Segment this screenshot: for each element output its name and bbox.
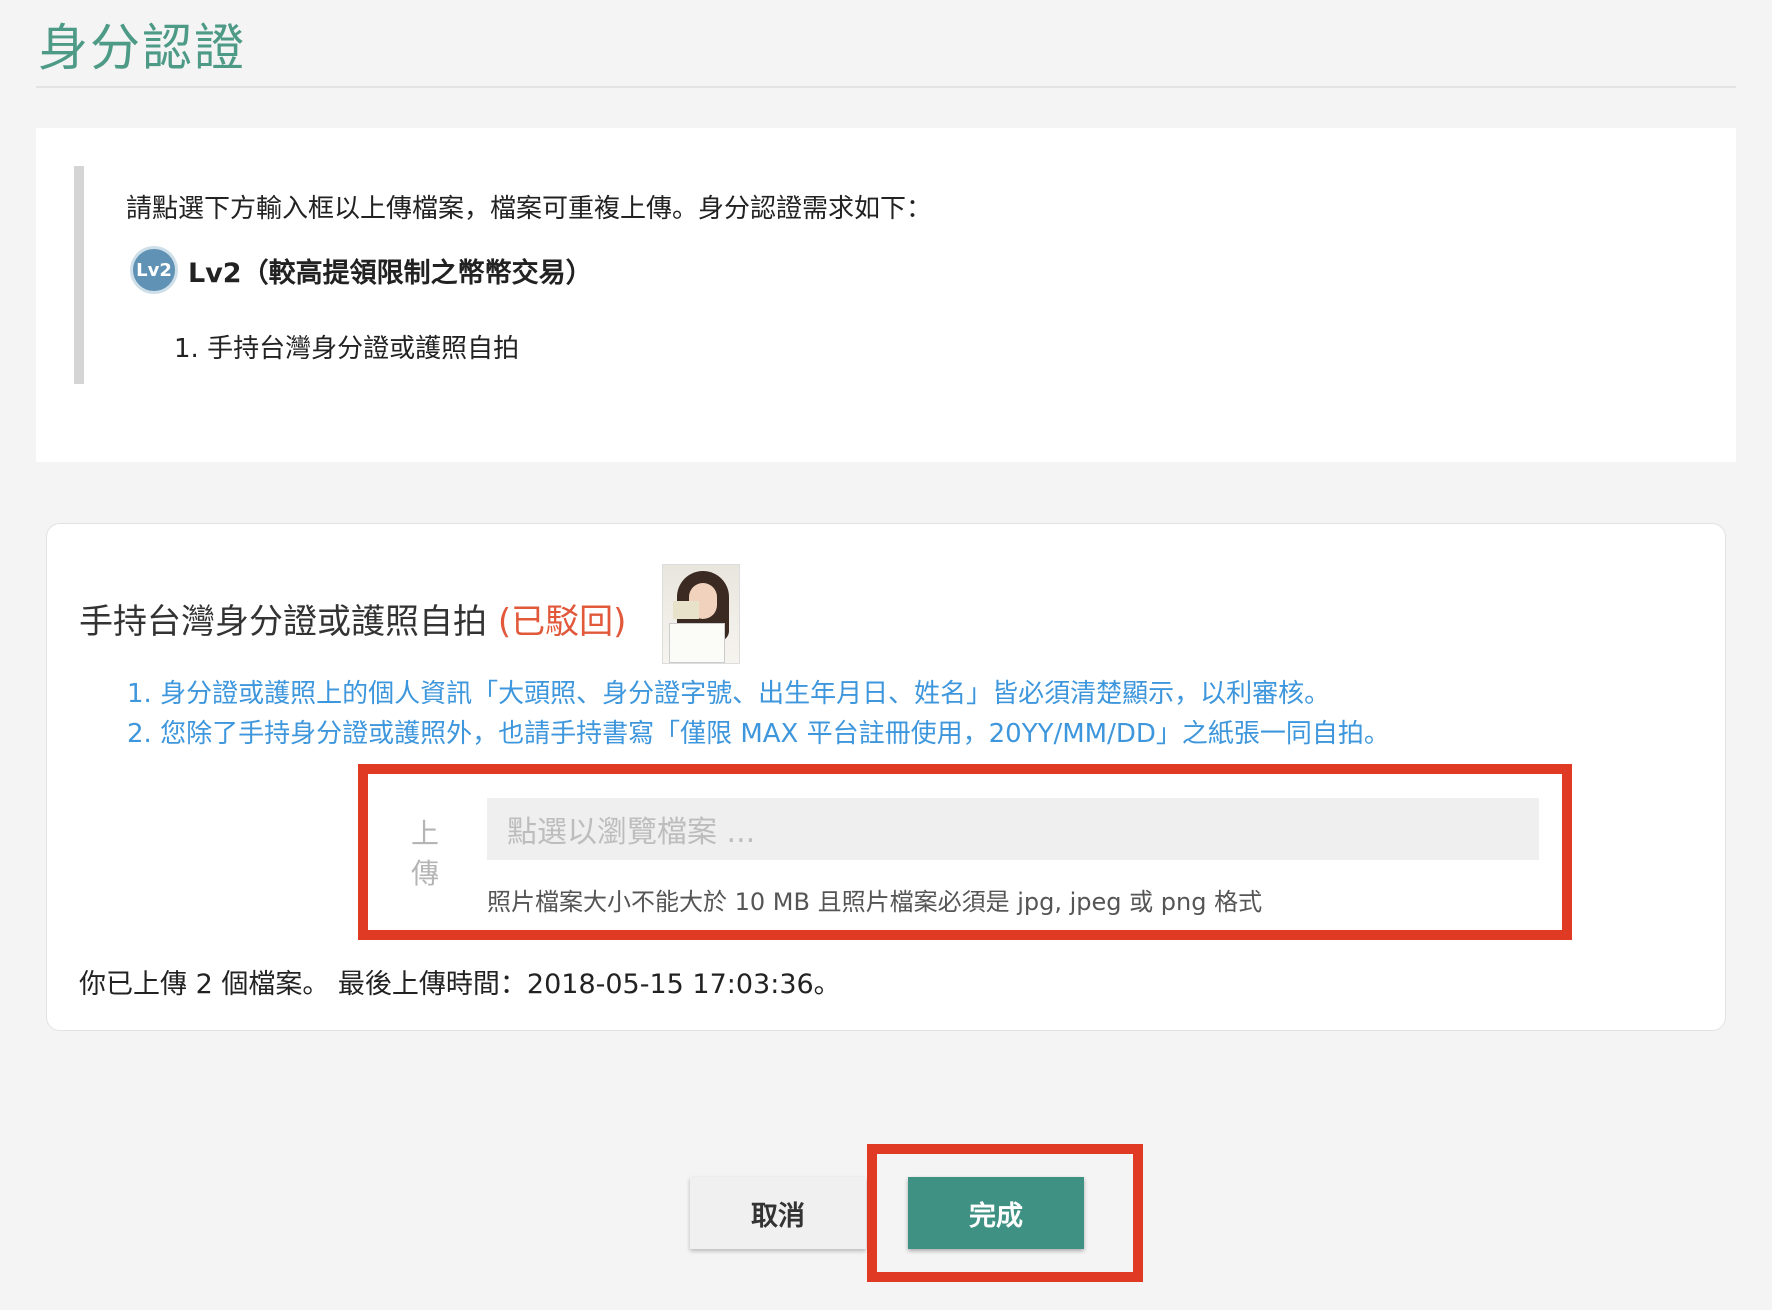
upload-card-title: 手持台灣身分證或護照自拍 (已駁回) <box>79 594 626 643</box>
done-highlight-frame <box>867 1144 1143 1282</box>
upload-highlight-frame <box>358 764 1572 940</box>
level-badge-icon: Lv2 <box>130 246 178 294</box>
requirement-item: 1. 手持台灣身分證或護照自拍 <box>174 334 520 364</box>
page-title: 身分認證 <box>38 19 246 77</box>
tip-item: 1. 身分證或護照上的個人資訊「大頭照、身分證字號、出生年月日、姓名」皆必須清楚… <box>127 679 1331 709</box>
instruction-text: 請點選下方輸入框以上傳檔案，檔案可重複上傳。身分認證需求如下： <box>126 194 933 224</box>
tip-item: 2. 您除了手持身分證或護照外，也請手持書寫「僅限 MAX 平台註冊使用，20Y… <box>127 719 1390 749</box>
title-divider <box>36 86 1736 88</box>
cancel-button[interactable]: 取消 <box>690 1177 866 1249</box>
blockquote-bar <box>74 166 84 384</box>
level-heading: Lv2 Lv2（較高提領限制之幣幣交易） <box>130 246 593 294</box>
upload-card-title-text: 手持台灣身分證或護照自拍 <box>79 602 487 642</box>
requirements-panel: 請點選下方輸入框以上傳檔案，檔案可重複上傳。身分認證需求如下： Lv2 Lv2（… <box>36 128 1736 462</box>
uploaded-photo-thumbnail[interactable] <box>662 564 740 664</box>
level-title: Lv2（較高提領限制之幣幣交易） <box>188 257 593 289</box>
upload-tips: 1. 身分證或護照上的個人資訊「大頭照、身分證字號、出生年月日、姓名」皆必須清楚… <box>127 674 1390 754</box>
upload-status-text: 你已上傳 2 個檔案。 最後上傳時間：2018-05-15 17:03:36。 <box>79 969 841 1000</box>
status-badge: (已駁回) <box>497 602 627 642</box>
